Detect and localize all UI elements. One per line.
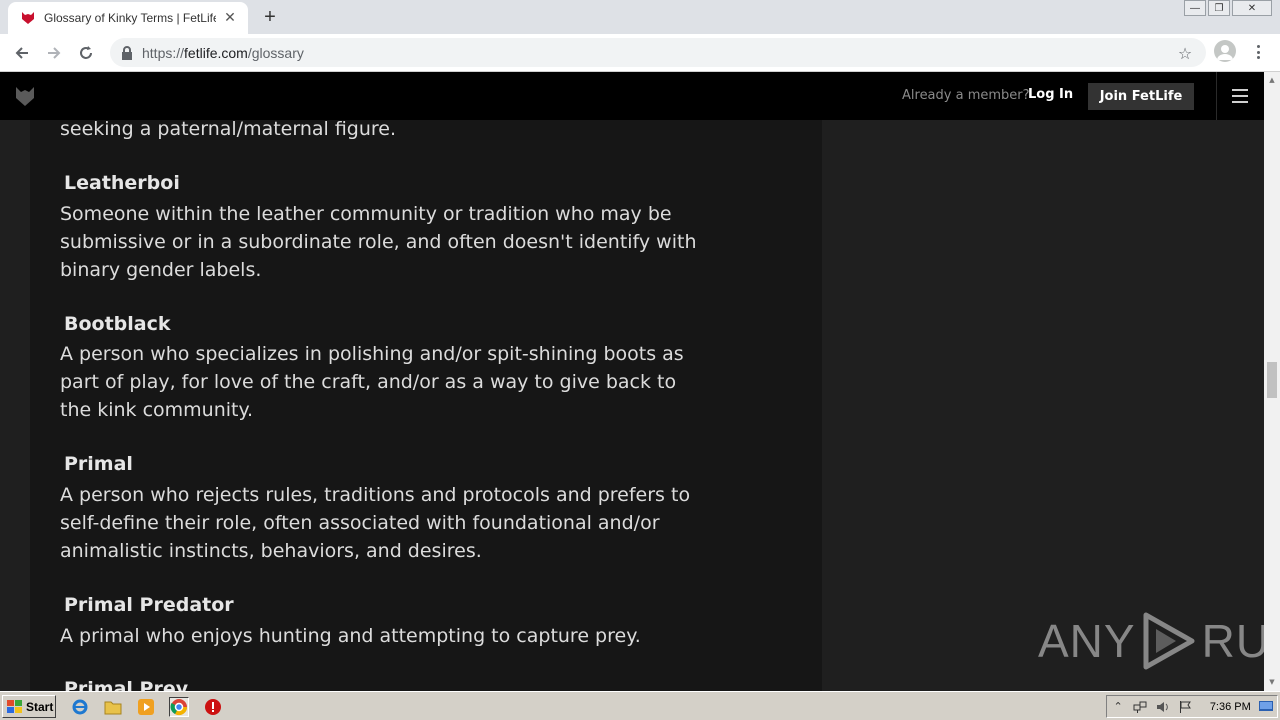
anyrun-watermark: ANY RUN (1038, 610, 1264, 672)
window-close-button[interactable]: ✕ (1232, 0, 1272, 16)
show-desktop-icon[interactable] (1258, 699, 1273, 715)
already-member-text: Already a member? (902, 88, 1030, 103)
glossary-term: Primal Predator (64, 594, 234, 616)
window-controls: — ❐ ✕ (1184, 0, 1272, 18)
tab-close-icon[interactable]: ✕ (222, 10, 238, 26)
glossary-definition: A primal who enjoys hunting and attempti… (60, 625, 641, 647)
browser-tab-active[interactable]: Glossary of Kinky Terms | FetLife | F ✕ (8, 2, 248, 34)
network-icon[interactable] (1133, 699, 1147, 715)
bookmark-star-icon[interactable]: ☆ (1176, 44, 1194, 63)
taskbar-clock[interactable]: 7:36 PM (1210, 701, 1251, 713)
back-arrow-icon[interactable] (10, 41, 34, 65)
join-button[interactable]: Join FetLife (1088, 83, 1194, 110)
scroll-up-icon[interactable]: ▲ (1268, 76, 1276, 84)
glossary-definition: A person who rejects rules, traditions a… (60, 484, 691, 562)
scrollbar-thumb[interactable] (1267, 362, 1277, 398)
stop-sign-icon[interactable] (203, 697, 223, 717)
system-tray: ⌃ 7:36 PM (1106, 695, 1278, 718)
start-button[interactable]: Start (2, 695, 56, 718)
fetlife-logo-icon[interactable] (14, 85, 36, 107)
address-bar[interactable]: https://fetlife.com/glossary ☆ (110, 38, 1206, 67)
glossary-term: Leatherboi (64, 172, 180, 194)
volume-icon[interactable] (1155, 699, 1169, 715)
start-label: Start (26, 699, 54, 714)
glossary-definition: A person who specializes in polishing an… (60, 343, 684, 421)
glossary-definition: Someone within the leather community or … (60, 203, 697, 281)
browser-toolbar: https://fetlife.com/glossary ☆ (0, 34, 1280, 72)
fetlife-favicon-icon (20, 10, 36, 26)
minimize-button[interactable]: — (1184, 0, 1206, 16)
hamburger-menu-icon[interactable] (1232, 89, 1248, 103)
page-viewport: seeking a paternal/maternal figure. Leat… (0, 72, 1264, 691)
watermark-right-text: RUN (1201, 615, 1264, 667)
site-header: Already a member? Log In Join FetLife (0, 72, 1264, 120)
header-divider (1216, 72, 1217, 120)
tray-expand-icon[interactable]: ⌃ (1111, 699, 1125, 715)
tab-title: Glossary of Kinky Terms | FetLife | F (44, 11, 216, 25)
windows-logo-icon (7, 699, 22, 713)
chrome-icon[interactable] (169, 697, 189, 717)
glossary-term: Primal Prey (64, 678, 189, 691)
page-scrollbar[interactable]: ▲ ▼ (1264, 72, 1280, 691)
reload-icon[interactable] (74, 41, 98, 65)
scroll-down-icon[interactable]: ▼ (1268, 678, 1276, 686)
watermark-left-text: ANY (1038, 615, 1136, 667)
url-text: https://fetlife.com/glossary (142, 44, 304, 61)
new-tab-button[interactable]: + (258, 6, 282, 28)
lock-icon (120, 45, 134, 60)
browser-menu-icon[interactable] (1250, 42, 1266, 62)
media-player-icon[interactable] (136, 697, 156, 717)
file-explorer-icon[interactable] (103, 697, 123, 717)
glossary-term: Primal (64, 453, 133, 475)
play-triangle-icon (1143, 612, 1195, 670)
login-link[interactable]: Log In (1028, 87, 1073, 102)
windows-taskbar: Start ⌃ 7:36 PM (0, 691, 1280, 720)
profile-avatar-icon[interactable] (1214, 40, 1236, 62)
action-center-flag-icon[interactable] (1178, 699, 1192, 715)
internet-explorer-icon[interactable] (70, 697, 90, 717)
glossary-term: Bootblack (64, 313, 171, 335)
forward-arrow-icon[interactable] (42, 41, 66, 65)
browser-tabbar: Glossary of Kinky Terms | FetLife | F ✕ … (0, 0, 1280, 34)
restore-button[interactable]: ❐ (1208, 0, 1230, 16)
